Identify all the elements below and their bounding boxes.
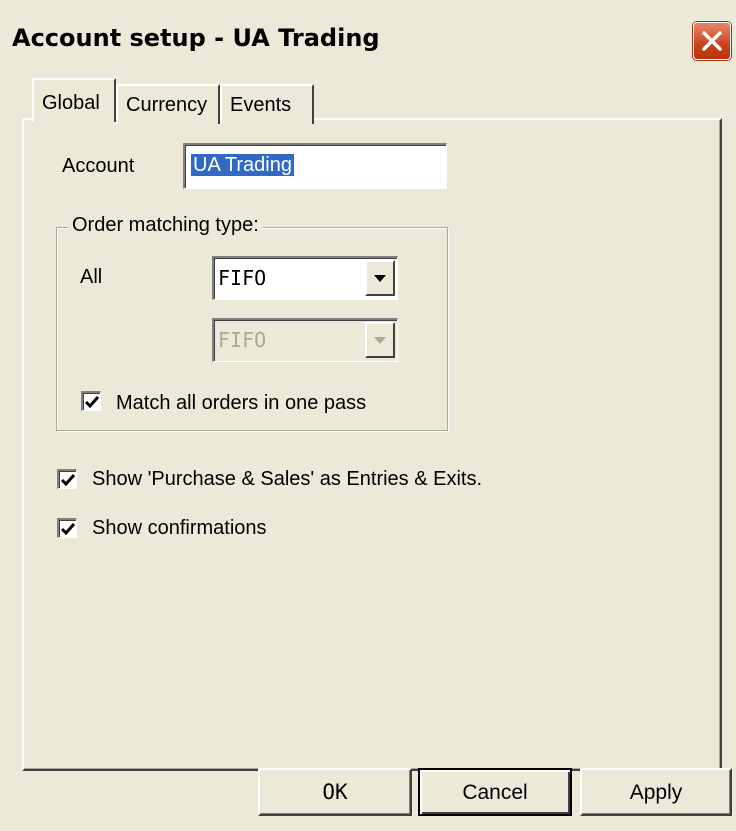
show-confirmations-checkbox[interactable] xyxy=(57,518,77,538)
order-matching-select[interactable]: FIFO xyxy=(212,256,398,300)
all-label: All xyxy=(80,266,103,288)
chevron-down-icon xyxy=(374,275,386,282)
window-title: Account setup - UA Trading xyxy=(12,24,380,52)
match-all-label[interactable]: Match all orders in one pass xyxy=(116,392,366,415)
chevron-down-icon xyxy=(374,337,386,344)
order-matching-select-value: FIFO xyxy=(218,266,267,290)
tab-currency[interactable]: Currency xyxy=(116,84,220,124)
ok-button[interactable]: OK xyxy=(258,768,412,816)
tab-events-label: Events xyxy=(230,94,292,116)
show-confirmations-label[interactable]: Show confirmations xyxy=(92,517,267,540)
show-purchase-sales-checkbox[interactable] xyxy=(57,469,77,489)
cancel-button[interactable]: Cancel xyxy=(418,768,572,816)
show-purchase-sales-label[interactable]: Show 'Purchase & Sales' as Entries & Exi… xyxy=(92,468,482,491)
tab-events[interactable]: Events xyxy=(220,84,314,124)
tab-currency-label: Currency xyxy=(126,94,208,116)
account-input[interactable]: UA Trading xyxy=(183,143,447,189)
order-matching-select-secondary-value: FIFO xyxy=(218,328,267,352)
match-all-checkbox[interactable] xyxy=(81,391,101,411)
dropdown-button-disabled xyxy=(365,322,395,358)
order-matching-select-secondary: FIFO xyxy=(212,318,398,362)
tab-global[interactable]: Global xyxy=(32,78,116,122)
dropdown-button[interactable] xyxy=(365,260,395,296)
account-setup-dialog: Account setup - UA Trading Global Curren… xyxy=(0,0,736,831)
apply-button-label: Apply xyxy=(629,781,683,804)
account-label: Account xyxy=(62,155,135,177)
tab-global-label: Global xyxy=(42,92,100,114)
cancel-button-label: Cancel xyxy=(462,781,528,804)
ok-button-label: OK xyxy=(322,780,348,804)
account-input-value: UA Trading xyxy=(191,154,294,176)
apply-button[interactable]: Apply xyxy=(580,768,732,816)
order-matching-legend: Order matching type: xyxy=(68,214,263,237)
title-bar[interactable]: Account setup - UA Trading xyxy=(0,0,736,80)
close-button[interactable] xyxy=(693,22,731,60)
